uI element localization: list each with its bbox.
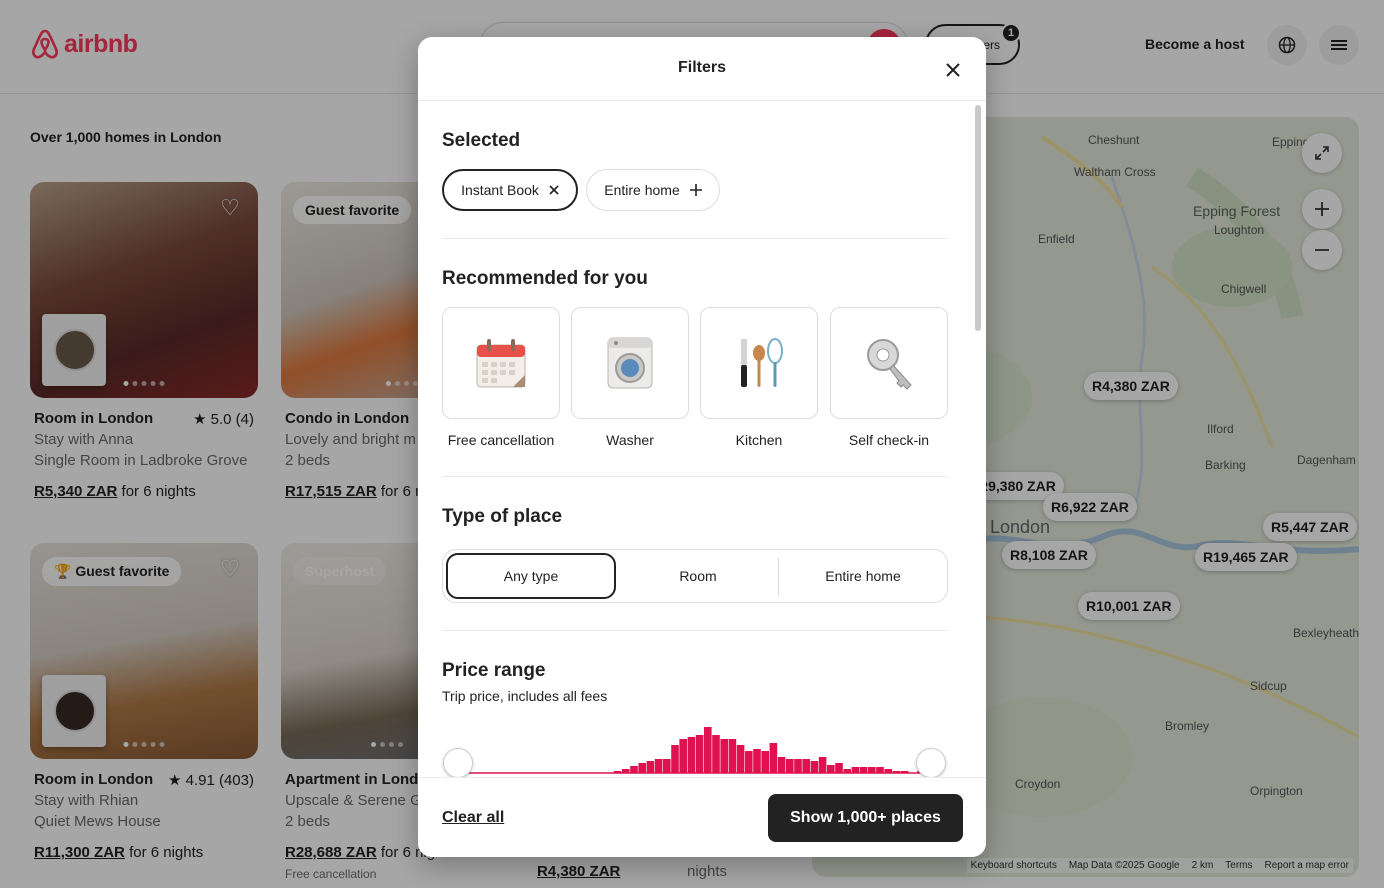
entire-home-chip[interactable]: Entire home bbox=[586, 169, 720, 211]
histogram-bar bbox=[679, 739, 687, 773]
histogram-bar bbox=[786, 759, 794, 773]
modal-body[interactable]: Selected Instant Book Entire home Recomm… bbox=[418, 101, 986, 777]
price-min-handle[interactable] bbox=[443, 748, 473, 777]
chip-label: Instant Book bbox=[461, 182, 539, 198]
remove-icon[interactable] bbox=[549, 185, 559, 195]
type-of-place-selector: Any type Room Entire home bbox=[442, 549, 948, 603]
histogram-bar bbox=[671, 745, 679, 773]
histogram-bar bbox=[720, 739, 728, 773]
divider bbox=[442, 476, 948, 477]
histogram-bar bbox=[712, 735, 720, 773]
divider bbox=[442, 238, 948, 239]
amenity-kitchen[interactable] bbox=[700, 307, 818, 419]
filters-modal: Filters Selected Instant Book Entire hom… bbox=[418, 37, 986, 857]
histogram-bar bbox=[630, 766, 638, 773]
divider bbox=[442, 630, 948, 631]
amenity-label: Washer bbox=[606, 432, 654, 448]
price-histogram bbox=[458, 727, 938, 774]
type-room-option[interactable]: Room bbox=[616, 550, 780, 602]
histogram-bar bbox=[859, 767, 868, 773]
modal-header: Filters bbox=[418, 37, 986, 101]
amenity-free-cancellation[interactable] bbox=[442, 307, 560, 419]
price-max-handle[interactable] bbox=[916, 748, 946, 777]
close-icon bbox=[946, 63, 960, 77]
show-places-button[interactable]: Show 1,000+ places bbox=[768, 794, 963, 842]
instant-book-chip[interactable]: Instant Book bbox=[442, 169, 578, 211]
amenity-label: Kitchen bbox=[735, 432, 783, 448]
histogram-bar bbox=[802, 759, 810, 773]
histogram-bar bbox=[753, 749, 761, 773]
histogram-bar bbox=[638, 763, 646, 773]
modal-footer: Clear all Show 1,000+ places bbox=[418, 777, 986, 857]
histogram-bar bbox=[868, 767, 876, 773]
page: airbnb Filters 1 Become a host Over 1,00… bbox=[0, 0, 1384, 888]
histogram-bar bbox=[745, 751, 753, 773]
price-range-heading: Price range bbox=[442, 660, 546, 681]
chip-label: Entire home bbox=[604, 182, 680, 198]
price-range-subtitle: Trip price, includes all fees bbox=[442, 688, 608, 704]
calendar-icon bbox=[476, 339, 526, 388]
histogram-bar bbox=[728, 739, 737, 773]
histogram-bar bbox=[835, 763, 843, 773]
histogram-bar bbox=[761, 751, 769, 773]
histogram-bar bbox=[663, 759, 671, 773]
histogram-bar bbox=[695, 735, 704, 773]
histogram-bar bbox=[876, 767, 884, 773]
modal-scrollbar[interactable] bbox=[975, 105, 981, 331]
amenity-washer[interactable] bbox=[571, 307, 689, 419]
histogram-bar bbox=[810, 761, 819, 773]
key-icon bbox=[867, 339, 912, 390]
histogram-bar bbox=[654, 759, 663, 773]
plus-icon bbox=[689, 184, 702, 196]
kitchen-icon bbox=[741, 338, 783, 387]
histogram-bar bbox=[736, 745, 745, 773]
histogram-bar bbox=[777, 757, 786, 773]
type-entire-home-option[interactable]: Entire home bbox=[779, 550, 947, 602]
clear-all-button[interactable]: Clear all bbox=[442, 809, 504, 827]
amenity-label: Self check-in bbox=[848, 432, 930, 448]
histogram-bar bbox=[646, 761, 655, 773]
amenity-self-check-in[interactable] bbox=[830, 307, 948, 419]
type-of-place-heading: Type of place bbox=[442, 506, 563, 527]
type-any-option[interactable]: Any type bbox=[446, 553, 616, 599]
histogram-bar bbox=[687, 737, 696, 773]
histogram-bar bbox=[769, 743, 778, 773]
amenity-label: Free cancellation bbox=[447, 432, 555, 448]
washer-icon bbox=[607, 337, 653, 389]
histogram-bar bbox=[851, 767, 860, 773]
modal-title: Filters bbox=[677, 59, 726, 76]
histogram-bar bbox=[704, 727, 712, 773]
histogram-bar bbox=[794, 759, 802, 773]
close-button[interactable] bbox=[940, 57, 966, 83]
histogram-bar bbox=[818, 757, 827, 773]
selected-heading: Selected bbox=[442, 130, 521, 151]
histogram-bar bbox=[827, 765, 835, 773]
recommended-heading: Recommended for you bbox=[442, 268, 648, 289]
